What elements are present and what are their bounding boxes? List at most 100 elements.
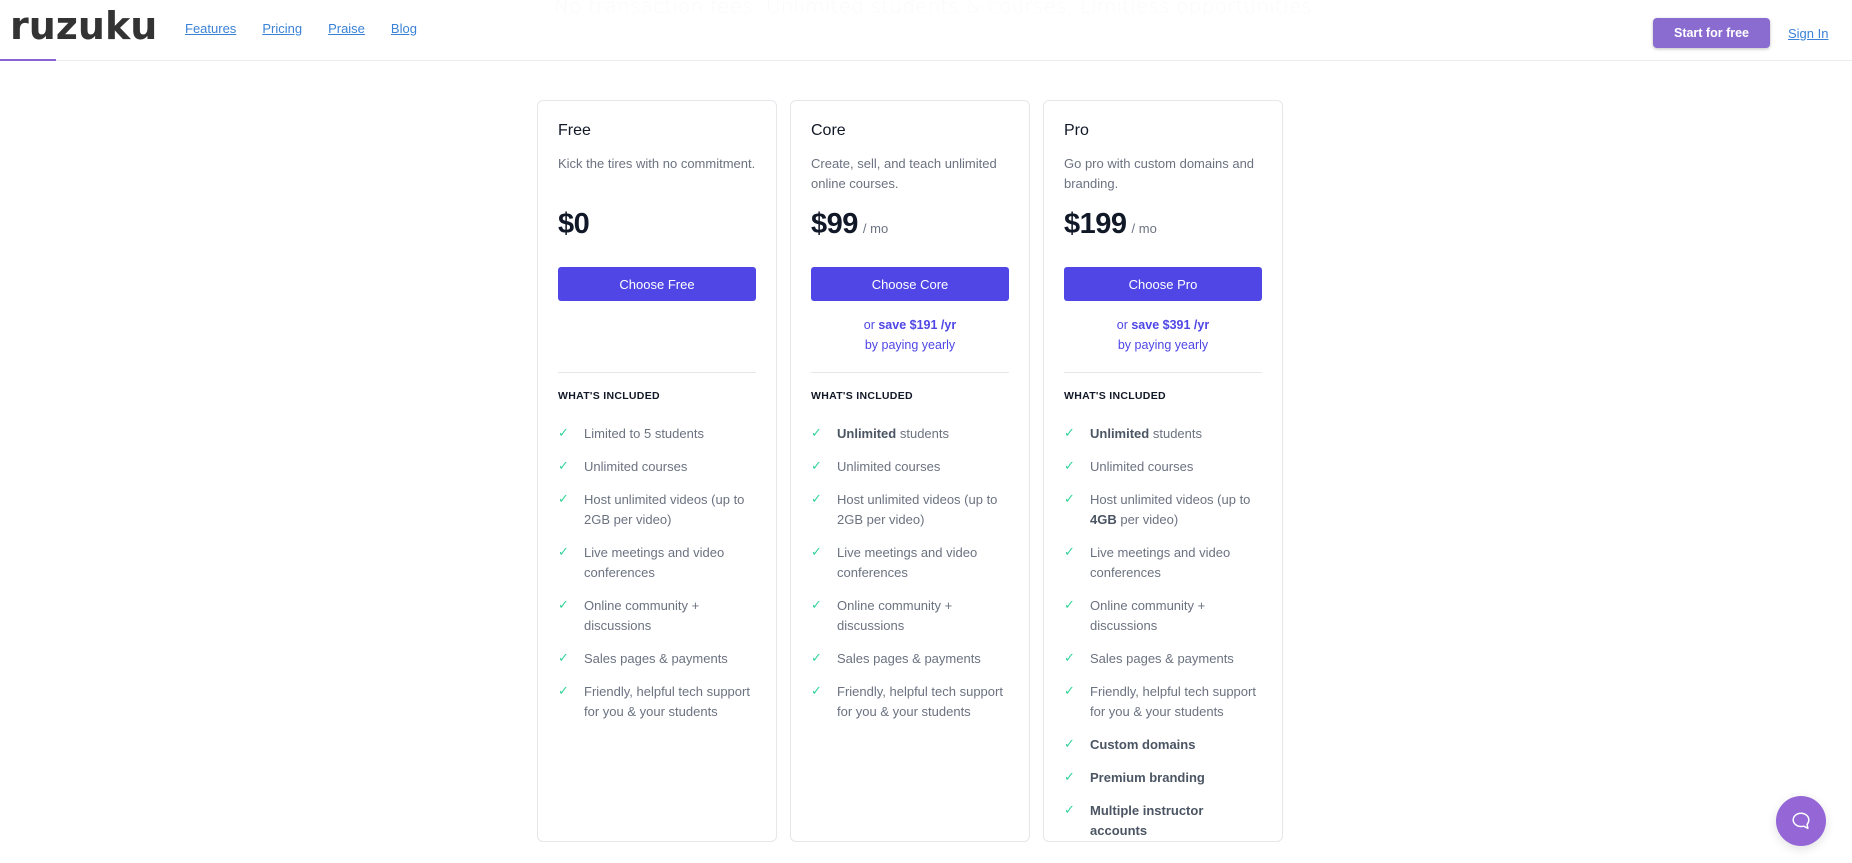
whats-included-label: WHAT'S INCLUDED — [558, 390, 660, 402]
feature-item: ✓ Unlimited students — [811, 424, 1009, 444]
feature-label: Live meetings and video conferences — [837, 545, 978, 580]
check-icon: ✓ — [558, 597, 569, 612]
feature-highlight: Custom domains — [1090, 737, 1196, 752]
nav-link-features[interactable]: Features — [185, 21, 236, 36]
yearly-savings[interactable]: or save $191 /yr by paying yearly — [811, 315, 1009, 355]
feature-text: Unlimited students — [1090, 424, 1202, 444]
nav-link-blog[interactable]: Blog — [391, 21, 417, 36]
chat-widget-button[interactable] — [1776, 796, 1826, 846]
feature-text: Host unlimited videos (up to 4GB per vid… — [1090, 490, 1262, 530]
feature-text: Online community + discussions — [584, 596, 756, 636]
feature-item: ✓ Friendly, helpful tech support for you … — [811, 682, 1009, 722]
save-suffix: by paying yearly — [1117, 338, 1209, 352]
check-icon: ✓ — [1064, 769, 1075, 784]
save-amount: save $191 /yr — [878, 318, 957, 332]
price-row: $199 / mo — [1064, 208, 1262, 250]
feature-item: ✓ Unlimited students — [1064, 424, 1262, 444]
check-icon: ✓ — [558, 650, 569, 665]
check-icon: ✓ — [811, 544, 822, 559]
feature-item: ✓ Sales pages & payments — [558, 649, 756, 669]
feature-text: Unlimited courses — [1090, 457, 1193, 477]
plan-name: Free — [558, 122, 591, 139]
plan-price: $199 — [1064, 208, 1127, 240]
plan-name: Core — [811, 122, 846, 139]
feature-item: ✓ Sales pages & payments — [811, 649, 1009, 669]
plan-price: $99 — [811, 208, 858, 240]
check-icon: ✓ — [811, 597, 822, 612]
feature-label: per video) — [1116, 512, 1179, 527]
feature-list: ✓ Unlimited students ✓ Unlimited courses ✓ Ho… — [1064, 424, 1262, 841]
feature-text: Live meetings and video conferences — [837, 543, 1009, 583]
feature-item: ✓ Host unlimited videos (up to 4GB per vi… — [1064, 490, 1262, 530]
feature-label: Friendly, helpful tech support for you &… — [584, 684, 750, 719]
sign-in-link[interactable]: Sign In — [1788, 26, 1828, 41]
check-icon: ✓ — [1064, 491, 1075, 506]
plan-price: $0 — [558, 208, 590, 240]
chat-bubble-icon — [1792, 812, 1810, 830]
feature-highlight: Premium branding — [1090, 770, 1205, 785]
feature-item: ✓ Premium branding — [1064, 768, 1262, 788]
feature-text: Friendly, helpful tech support for you &… — [584, 682, 756, 722]
site-header: ruzuku Features Pricing Praise Blog Star… — [0, 0, 1852, 61]
feature-label: Friendly, helpful tech support for you &… — [837, 684, 1003, 719]
feature-label: Online community + discussions — [837, 598, 953, 633]
feature-item: ✓ Live meetings and video conferences — [558, 543, 756, 583]
feature-label: Sales pages & payments — [837, 651, 981, 666]
feature-text: Premium branding — [1090, 768, 1205, 788]
feature-label: Unlimited courses — [837, 459, 941, 474]
check-icon: ✓ — [558, 544, 569, 559]
plan-card-pro: Pro Go pro with custom domains and brand… — [1043, 100, 1283, 842]
feature-text: Custom domains — [1090, 735, 1195, 755]
price-row: $0 — [558, 208, 756, 250]
feature-item: ✓ Live meetings and video conferences — [1064, 543, 1262, 583]
check-icon: ✓ — [1064, 683, 1075, 698]
feature-highlight: Unlimited — [837, 426, 897, 441]
check-icon: ✓ — [811, 458, 822, 473]
feature-list: ✓ Limited to 5 students ✓ Unlimited courses… — [558, 424, 756, 722]
pricing-cards: Free Kick the tires with no commitment. … — [537, 100, 1283, 842]
feature-text: Host unlimited videos (up to 2GB per vid… — [837, 490, 1009, 530]
feature-label: Host unlimited videos (up to — [1090, 492, 1251, 507]
feature-item: ✓ Unlimited courses — [558, 457, 756, 477]
plan-card-core: Core Create, sell, and teach unlimited o… — [790, 100, 1030, 842]
ruzuku-logo[interactable]: ruzuku — [10, 4, 157, 48]
feature-text: Unlimited courses — [584, 457, 687, 477]
check-icon: ✓ — [811, 491, 822, 506]
start-for-free-button[interactable]: Start for free — [1653, 18, 1770, 48]
scroll-progress-bar — [0, 59, 56, 61]
feature-text: Sales pages & payments — [837, 649, 981, 669]
check-icon: ✓ — [1064, 597, 1075, 612]
main-nav: Features Pricing Praise Blog — [185, 21, 443, 36]
feature-label: Sales pages & payments — [1090, 651, 1234, 666]
feature-highlight: Multiple instructor accounts — [1090, 803, 1204, 838]
feature-label: Online community + discussions — [584, 598, 700, 633]
yearly-savings — [558, 315, 756, 355]
feature-label: Host unlimited videos (up to 2GB per vid… — [837, 492, 998, 527]
choose-core-button[interactable]: Choose Core — [811, 267, 1009, 301]
feature-text: Limited to 5 students — [584, 424, 704, 444]
feature-text: Sales pages & payments — [584, 649, 728, 669]
check-icon: ✓ — [1064, 544, 1075, 559]
feature-item: ✓ Limited to 5 students — [558, 424, 756, 444]
feature-text: Multiple instructor accounts — [1090, 801, 1262, 841]
feature-text: Sales pages & payments — [1090, 649, 1234, 669]
choose-free-button[interactable]: Choose Free — [558, 267, 756, 301]
yearly-savings[interactable]: or save $391 /yr by paying yearly — [1064, 315, 1262, 355]
save-amount: save $391 /yr — [1131, 318, 1210, 332]
whats-included-label: WHAT'S INCLUDED — [811, 390, 913, 402]
save-suffix: by paying yearly — [864, 338, 956, 352]
feature-text: Unlimited courses — [837, 457, 940, 477]
feature-text: Friendly, helpful tech support for you &… — [837, 682, 1009, 722]
nav-link-pricing[interactable]: Pricing — [262, 21, 302, 36]
choose-pro-button[interactable]: Choose Pro — [1064, 267, 1262, 301]
feature-text: Host unlimited videos (up to 2GB per vid… — [584, 490, 756, 530]
feature-item: ✓ Unlimited courses — [811, 457, 1009, 477]
feature-item: ✓ Online community + discussions — [1064, 596, 1262, 636]
feature-label: Limited to 5 students — [584, 426, 704, 441]
feature-text: Live meetings and video conferences — [584, 543, 756, 583]
plan-description: Go pro with custom domains and branding. — [1064, 156, 1255, 191]
feature-item: ✓ Friendly, helpful tech support for you … — [558, 682, 756, 722]
nav-link-praise[interactable]: Praise — [328, 21, 365, 36]
divider — [811, 372, 1009, 373]
feature-item: ✓ Online community + discussions — [811, 596, 1009, 636]
